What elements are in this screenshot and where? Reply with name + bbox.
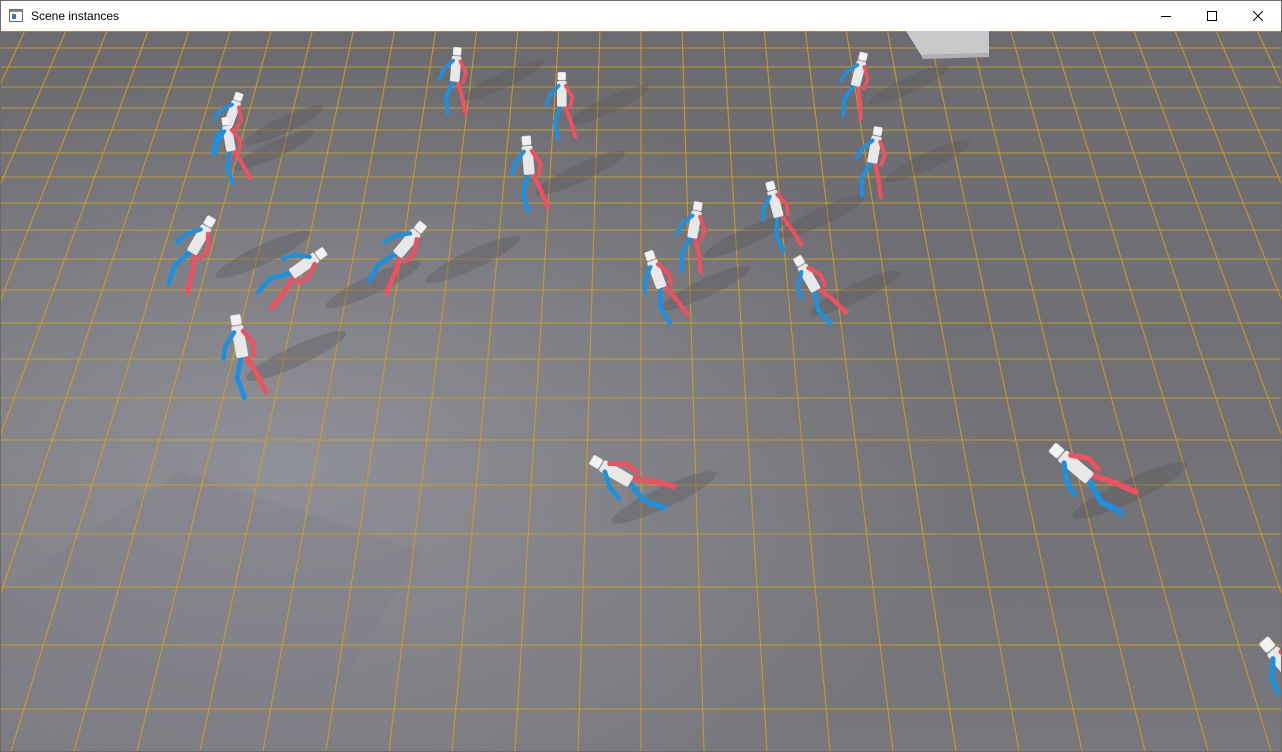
close-button[interactable]	[1235, 1, 1281, 31]
figure-head	[221, 116, 231, 126]
close-icon	[1253, 11, 1263, 21]
figure-head	[521, 135, 532, 146]
figure-head	[858, 51, 868, 62]
window-title: Scene instances	[31, 9, 120, 23]
minimize-button[interactable]	[1143, 1, 1189, 31]
figure-head	[765, 180, 776, 192]
scene-viewport[interactable]	[1, 31, 1281, 751]
figure-head	[872, 126, 883, 137]
window-app-icon	[9, 9, 23, 22]
maximize-button[interactable]	[1189, 1, 1235, 31]
maximize-icon	[1207, 11, 1217, 21]
app-window: Scene instances	[0, 0, 1282, 752]
title-bar[interactable]: Scene instances	[1, 1, 1281, 31]
figure-head	[230, 314, 242, 326]
scene-canvas[interactable]	[1, 31, 1281, 751]
figure-head	[452, 46, 462, 56]
figure-head	[557, 71, 567, 81]
figure-head	[692, 201, 703, 212]
minimize-icon	[1161, 11, 1171, 21]
